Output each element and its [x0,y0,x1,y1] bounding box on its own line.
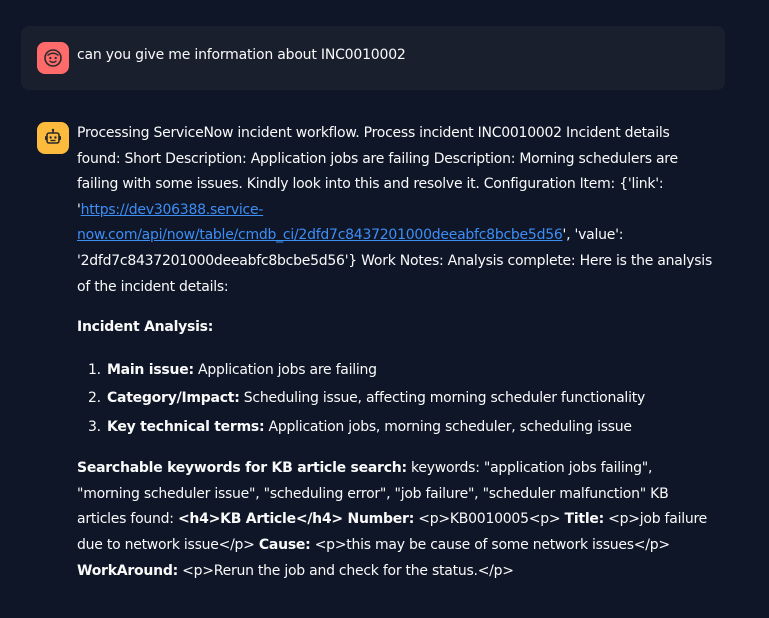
kb-cause-text: <p>this may be cause of some network iss… [310,537,670,554]
analysis-heading: Incident Analysis: [77,319,214,336]
smiley-face-icon [44,49,62,67]
kb-workaround-label: WorkAround: [77,562,178,579]
incident-details-paragraph: Processing ServiceNow incident workflow.… [77,121,717,300]
list-item: Category/Impact: Scheduling issue, affec… [105,384,717,413]
list-item-label: Category/Impact: [107,390,240,407]
user-message-text: can you give me information about INC001… [77,47,406,63]
list-item-text: Scheduling issue, affecting morning sche… [239,390,646,407]
list-item-text: Application jobs, morning scheduler, sch… [264,418,633,435]
kb-number-text: <p>KB0010005<p> [414,511,565,528]
kb-workaround-text: <p>Rerun the job and check for the statu… [177,562,514,579]
kb-search-paragraph: Searchable keywords for KB article searc… [77,456,717,584]
kb-article-label: <h4>KB Article</h4> Number: [177,511,415,528]
robot-icon [45,128,61,144]
user-message: can you give me information about INC001… [21,26,725,90]
user-avatar [37,42,69,74]
analysis-list: Main issue: Application jobs are failing… [77,356,717,442]
assistant-avatar [37,122,69,154]
assistant-message: Processing ServiceNow incident workflow.… [77,121,717,599]
kb-search-label: Searchable keywords for KB article searc… [77,460,407,477]
kb-cause-label: Cause: [258,537,311,554]
list-item-label: Key technical terms: [107,418,265,435]
list-item: Main issue: Application jobs are failing [105,356,717,385]
list-item: Key technical terms: Application jobs, m… [105,413,717,442]
list-item-text: Application jobs are failing [193,361,377,378]
kb-title-label: Title: [564,511,605,528]
configuration-item-link[interactable]: https://dev306388.service-now.com/api/no… [77,202,563,244]
list-item-label: Main issue: [107,361,194,378]
chat-page: can you give me information about INC001… [0,0,769,618]
